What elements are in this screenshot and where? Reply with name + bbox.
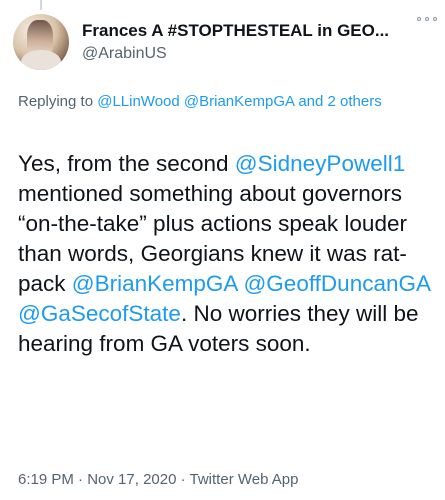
replying-to-label: Replying to [18,93,98,110]
tweet-text-segment: Yes, from the second [18,151,235,176]
tweet-meta: 6:19 PM · Nov 17, 2020 · Twitter Web App [18,470,298,490]
more-options-icon[interactable] [417,14,437,24]
replying-to: Replying to @LLinWood @BrianKempGA and 2… [18,92,428,112]
tweet-date[interactable]: Nov 17, 2020 [87,471,176,488]
reply-others-link[interactable]: and 2 others [294,93,381,110]
reply-mention-llinwood[interactable]: @LLinWood [97,93,180,110]
tweet-text: Yes, from the second @SidneyPowell1 ment… [18,149,438,359]
mention-geoffduncanga[interactable]: @GeoffDuncanGA [243,271,429,296]
meta-separator: · [176,471,190,488]
author-handle[interactable]: @ArabinUS [82,43,435,65]
tweet-source[interactable]: Twitter Web App [190,471,299,488]
more-dot [425,17,429,21]
tweet-header: Frances A #STOPTHESTEAL in GEO... @Arabi… [13,14,435,70]
avatar[interactable] [13,14,69,70]
more-dot [417,17,421,21]
tweet-time[interactable]: 6:19 PM [18,471,74,488]
more-dot [433,17,437,21]
mention-sidneypowell1[interactable]: @SidneyPowell1 [235,151,405,176]
reply-mention-briankempga[interactable]: @BrianKempGA [184,93,294,110]
thread-connector-line [40,0,42,10]
author-display-name[interactable]: Frances A #STOPTHESTEAL in GEO... [82,20,435,42]
author-names: Frances A #STOPTHESTEAL in GEO... @Arabi… [82,20,435,65]
mention-gasecofstate[interactable]: @GaSecofState [18,301,181,326]
meta-separator: · [73,471,88,488]
mention-briankempga[interactable]: @BrianKempGA [72,271,237,296]
